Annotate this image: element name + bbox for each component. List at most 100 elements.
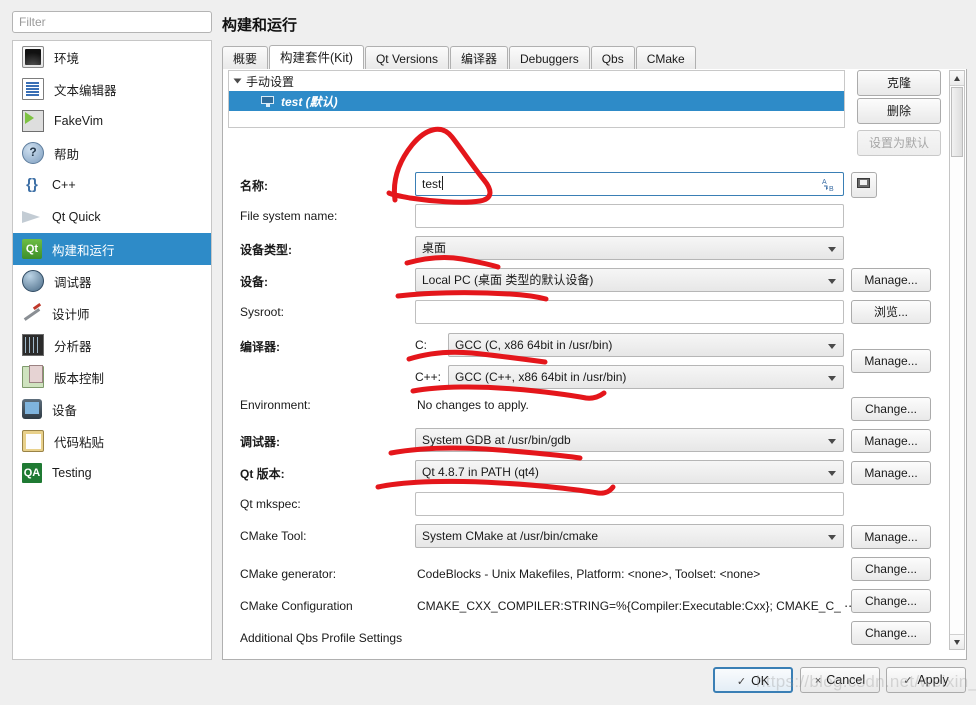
chevron-down-icon[interactable] [828,247,836,252]
chevron-down-icon[interactable] [828,471,836,476]
input-1[interactable] [415,204,844,228]
form-label-12: CMake generator: [240,567,337,581]
form-label-2: 设备类型: [240,243,292,257]
sidebar-item-3[interactable]: ? 帮助 [13,137,211,169]
sidebar-item-1[interactable]: 文本编辑器 [13,73,211,105]
combo-8[interactable]: System GDB at /usr/bin/gdb [415,428,844,452]
field-value: test [422,177,442,191]
chevron-down-icon[interactable] [828,344,836,349]
input-10[interactable] [415,492,844,516]
sidebar-item-label: 环境 [54,51,80,66]
sidebar-item-5[interactable]: Qt Quick [13,201,211,233]
tab-label: Qbs [601,52,624,66]
tree-item-kit-test[interactable]: test (默认) [229,91,844,111]
chevron-down-icon[interactable] [828,535,836,540]
tab-bar: 概要 构建套件(Kit) Qt Versions 编译器 Debuggers Qbs CMa… [222,44,967,71]
sidebar-item-12[interactable]: 代码粘贴 [13,425,211,457]
sidebar-item-6[interactable]: Qt 构建和运行 [13,233,211,265]
combo-9[interactable]: Qt 4.8.7 in PATH (qt4) [415,460,844,484]
check-icon: ✓ [736,676,747,688]
combo-5[interactable]: GCC (C, x86 64bit in /usr/bin) [448,333,844,357]
sidebar-item-label: 代码粘贴 [54,435,105,450]
delete-kit-button[interactable]: 删除 [857,98,941,124]
tab-0[interactable]: 概要 [222,46,269,70]
tab-label: Qt Versions [375,52,438,66]
fakevim-icon [22,110,44,132]
sidebar-item-7[interactable]: 调试器 [13,265,211,297]
combo-11[interactable]: System CMake at /usr/bin/cmake [415,524,844,548]
tab-1[interactable]: 构建套件(Kit) [269,45,364,71]
chevron-down-icon[interactable] [828,376,836,381]
monitor-icon [857,178,870,188]
form-prefix-5: C: [415,338,427,352]
row-button-7[interactable]: Change... [851,397,931,421]
row-button-12[interactable]: Change... [851,557,931,581]
watermark-text: https://blog.csdn.net/weixin_... [756,672,976,691]
form-label-9: Qt 版本: [240,467,285,481]
form-value-13: CMAKE_CXX_COMPILER:STRING=%{Compiler:Exe… [417,599,857,613]
row-button-13[interactable]: Change... [851,589,931,613]
sidebar-item-4[interactable]: {} C++ [13,169,211,201]
tab-2[interactable]: Qt Versions [364,46,449,70]
monitor-icon [22,46,44,68]
tree-root-label: 手动设置 [246,74,295,89]
tab-4[interactable]: Debuggers [508,46,590,70]
row-button-11[interactable]: Manage... [851,525,931,549]
sidebar-item-11[interactable]: 设备 [13,393,211,425]
row-button-9[interactable]: Manage... [851,461,931,485]
variable-substitution-icon[interactable]: AB [821,177,837,193]
chevron-down-icon[interactable] [828,279,836,284]
tab-3[interactable]: 编译器 [449,46,508,70]
settings-category-list[interactable]: 环境文本编辑器 FakeVim ? 帮助 {} C++ Qt Quick Qt 构建和运行调试器… [12,40,212,660]
chevron-down-icon[interactable] [828,439,836,444]
scroll-up-icon[interactable] [950,71,964,86]
combo-6[interactable]: GCC (C++, x86 64bit in /usr/bin) [448,365,844,389]
text-cursor [442,176,444,190]
chevron-down-icon[interactable] [233,78,242,84]
combo-3[interactable]: Local PC (桌面 类型的默认设备) [415,268,844,292]
form-label-10: Qt mkspec: [240,497,301,511]
field-value: GCC (C++, x86 64bit in /usr/bin) [455,370,627,384]
tree-item-manual-settings[interactable]: 手动设置 [229,71,844,91]
sidebar-item-label: FakeVim [54,114,104,128]
row-button-4[interactable]: 浏览... [851,300,931,324]
input-4[interactable] [415,300,844,324]
qtquick-icon [22,207,42,227]
row-button-3[interactable]: Manage... [851,268,931,292]
scrollbar-thumb[interactable] [951,87,963,157]
sidebar-item-13[interactable]: QA Testing [13,457,211,489]
sidebar-item-0[interactable]: 环境 [13,41,211,73]
svg-text:B: B [829,186,834,193]
field-value: GCC (C, x86 64bit in /usr/bin) [455,338,613,352]
form-label-13: CMake Configuration [240,599,353,613]
row-button-6[interactable]: Manage... [851,349,931,373]
form-label-5: 编译器: [240,340,280,354]
code-paste-icon [22,430,44,452]
combo-2[interactable]: 桌面 [415,236,844,260]
field-value: System GDB at /usr/bin/gdb [422,433,571,447]
scroll-down-icon[interactable] [950,634,964,649]
sidebar-item-label: 设计师 [52,307,90,322]
sidebar-item-8[interactable]: 设计师 [13,297,211,329]
filter-input[interactable] [12,11,212,33]
sidebar-item-label: 设备 [52,403,78,418]
version-control-icon [22,365,44,388]
sidebar-item-9[interactable]: 分析器 [13,329,211,361]
sidebar-item-10[interactable]: 版本控制 [13,361,211,393]
row-button-14[interactable]: Change... [851,621,931,645]
input-0[interactable]: test A B [415,172,844,196]
designer-pen-icon [22,303,42,323]
form-label-11: CMake Tool: [240,529,307,543]
kit-tree[interactable]: 手动设置 test (默认) [228,70,845,128]
svg-text:A: A [822,179,827,186]
sidebar-item-2[interactable]: FakeVim [13,105,211,137]
tab-5[interactable]: Qbs [590,46,635,70]
sidebar-item-label: 调试器 [54,275,92,290]
vertical-scrollbar[interactable] [949,70,965,650]
clone-kit-button[interactable]: 克隆 [857,70,941,96]
device-picker-button[interactable] [851,172,877,198]
help-icon: ? [22,142,44,164]
row-button-8[interactable]: Manage... [851,429,931,453]
form-label-0: 名称: [240,179,268,193]
tab-6[interactable]: CMake [635,46,696,70]
